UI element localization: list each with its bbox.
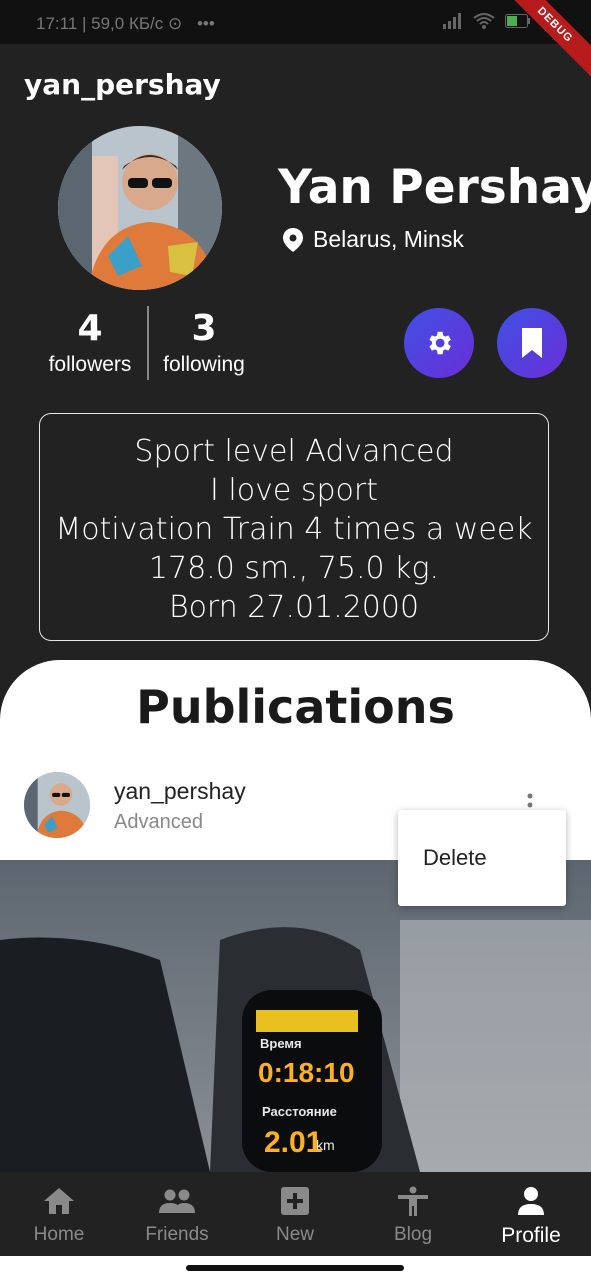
post-image[interactable]: Время 0:18:10 Расстояние 2.01 km bbox=[0, 860, 591, 1172]
publications-title: Publications bbox=[136, 680, 455, 734]
bottom-navigation: Home Friends New Blog Profile bbox=[0, 1172, 591, 1256]
location-pin-icon bbox=[283, 227, 303, 252]
followers-label: followers bbox=[48, 353, 132, 376]
nav-home-label: Home bbox=[33, 1224, 85, 1245]
person-icon bbox=[518, 1187, 544, 1215]
bio-motivation: Motivation Train 4 times a week bbox=[55, 512, 533, 547]
status-time: 17:11 | 59,0 КБ/с ⊙ ••• bbox=[36, 14, 215, 33]
nav-profile-label: Profile bbox=[501, 1224, 561, 1247]
add-box-icon bbox=[281, 1187, 309, 1215]
nav-friends[interactable]: Friends bbox=[118, 1186, 236, 1246]
nav-new[interactable]: New bbox=[236, 1186, 354, 1246]
nav-blog[interactable]: Blog bbox=[354, 1186, 472, 1246]
bio-sport-level: Sport level Advanced bbox=[134, 434, 454, 469]
status-icons bbox=[443, 13, 531, 29]
wifi-icon bbox=[473, 13, 495, 29]
post-author-avatar[interactable] bbox=[24, 772, 90, 838]
nav-friends-label: Friends bbox=[145, 1224, 209, 1245]
watch-distance: 2.01 bbox=[264, 1126, 322, 1159]
followers-stat[interactable]: 4 followers bbox=[40, 308, 140, 377]
bookmark-icon bbox=[522, 328, 542, 358]
gear-icon bbox=[429, 331, 451, 355]
location-text: Belarus, Minsk bbox=[313, 226, 464, 252]
post-author-username[interactable]: yan_pershay bbox=[114, 778, 246, 805]
alarm-icon: ⊙ bbox=[167, 14, 183, 33]
profile-full-name: Yan Pershay bbox=[278, 160, 591, 215]
profile-location: Belarus, Minsk bbox=[283, 226, 464, 253]
bio-height-weight: 178.0 sm., 75.0 kg. bbox=[148, 551, 440, 586]
bio-card: Sport level Advanced I love sport Motiva… bbox=[39, 413, 549, 641]
bio-about: I love sport bbox=[210, 473, 378, 508]
people-icon bbox=[159, 1189, 195, 1213]
watch-time: 0:18:10 bbox=[258, 1057, 355, 1088]
watch-distance-unit: km bbox=[316, 1137, 335, 1153]
svg-text:Расстояние: Расстояние bbox=[262, 1104, 337, 1119]
profile-avatar[interactable] bbox=[58, 126, 222, 290]
following-stat[interactable]: 3 following bbox=[154, 308, 254, 377]
following-label: following bbox=[163, 353, 245, 376]
followers-count: 4 bbox=[77, 308, 103, 349]
profile-username: yan_pershay bbox=[24, 68, 221, 101]
status-bar: 17:11 | 59,0 КБ/с ⊙ ••• DEBUG bbox=[0, 0, 591, 83]
person-stretch-icon bbox=[398, 1186, 428, 1216]
signal-icon bbox=[443, 13, 461, 29]
home-icon bbox=[44, 1188, 74, 1214]
bookmark-button[interactable] bbox=[497, 308, 567, 378]
stats-divider bbox=[147, 306, 149, 380]
battery-icon bbox=[505, 14, 530, 28]
nav-blog-label: Blog bbox=[393, 1224, 433, 1245]
nav-new-label: New bbox=[275, 1224, 314, 1245]
post-options-menu: Delete bbox=[398, 810, 566, 906]
home-indicator[interactable] bbox=[186, 1265, 404, 1271]
post-author-level: Advanced bbox=[114, 811, 203, 833]
following-count: 3 bbox=[191, 308, 217, 349]
nav-profile[interactable]: Profile bbox=[472, 1186, 590, 1248]
nav-home[interactable]: Home bbox=[0, 1186, 118, 1246]
delete-menu-item[interactable]: Delete bbox=[423, 845, 487, 871]
svg-text:Время: Время bbox=[260, 1036, 302, 1051]
settings-button[interactable] bbox=[404, 308, 474, 378]
bio-birthdate: Born 27.01.2000 bbox=[168, 590, 420, 625]
